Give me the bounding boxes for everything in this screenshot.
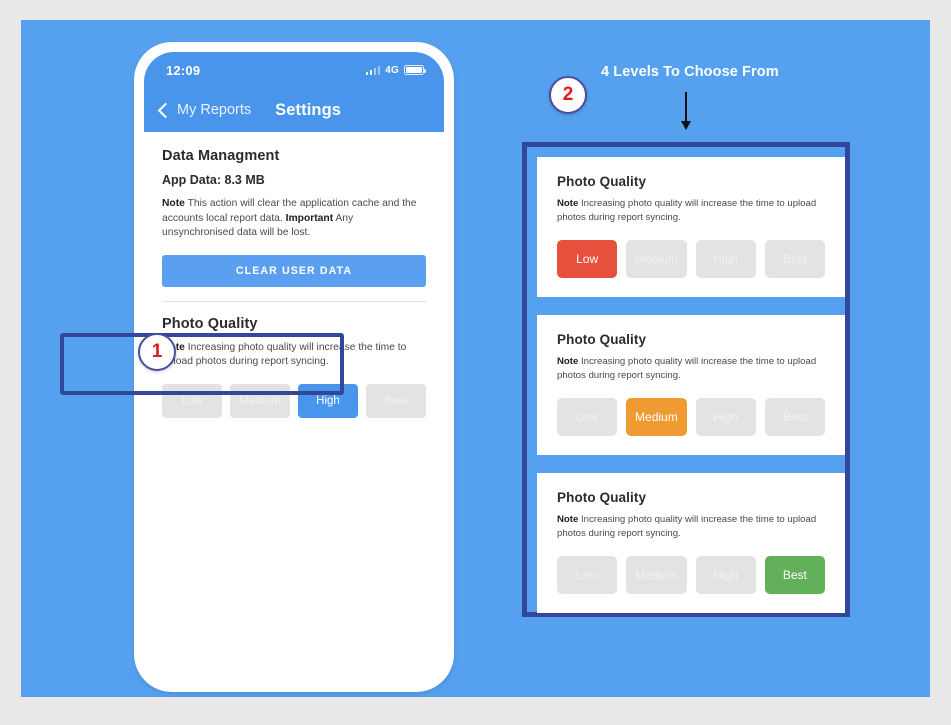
arrow-down-icon xyxy=(681,92,691,130)
settings-content: Data Managment App Data: 8.3 MB Note Thi… xyxy=(144,132,444,682)
photo-quality-heading: Photo Quality xyxy=(162,315,258,332)
quality-card-low: Photo Quality Note Increasing photo qual… xyxy=(537,157,845,297)
back-button[interactable]: My Reports xyxy=(157,102,252,118)
blue-stage: 12:09 4G My Reports Settings Data Managm… xyxy=(21,20,930,697)
note-label: Note xyxy=(557,198,579,209)
photo-quality-heading: Photo Quality xyxy=(557,490,647,505)
chevron-left-icon xyxy=(157,102,174,118)
photo-quality-note: Note Increasing photo quality will incre… xyxy=(557,355,825,382)
photo-quality-heading: Photo Quality xyxy=(557,332,647,347)
quality-option-best[interactable]: Best xyxy=(366,384,426,419)
photo-quality-button-group: Low Medium High Best xyxy=(557,240,825,279)
photo-quality-note: Note Increasing photo quality will incre… xyxy=(162,341,426,370)
annotation-marker-1: 1 xyxy=(138,333,176,371)
quality-card-best: Photo Quality Note Increasing photo qual… xyxy=(537,473,845,613)
quality-option-high[interactable]: High xyxy=(695,240,756,279)
data-management-heading: Data Managment xyxy=(162,148,280,164)
quality-option-medium[interactable]: Medium xyxy=(626,556,687,595)
quality-option-high[interactable]: High xyxy=(695,398,756,437)
quality-option-high[interactable]: High xyxy=(298,384,358,419)
note-text: Increasing photo quality will increase t… xyxy=(557,514,817,539)
quality-option-medium[interactable]: Medium xyxy=(230,384,290,419)
status-time: 12:09 xyxy=(166,62,201,78)
callout-text: 4 Levels To Choose From xyxy=(601,64,779,80)
note-text: Increasing photo quality will increase t… xyxy=(557,198,817,223)
photo-quality-heading: Photo Quality xyxy=(557,174,647,189)
app-data-value: App Data: 8.3 MB xyxy=(162,173,265,187)
quality-option-low[interactable]: Low xyxy=(557,240,618,279)
note-label: Note xyxy=(162,198,185,209)
quality-option-high[interactable]: High xyxy=(695,556,756,595)
quality-option-medium[interactable]: Medium xyxy=(626,398,687,437)
photo-quality-note: Note Increasing photo quality will incre… xyxy=(557,513,825,540)
note-text: Increasing photo quality will increase t… xyxy=(162,341,407,368)
note-emphasis: Important xyxy=(285,212,334,224)
quality-option-low[interactable]: Low xyxy=(557,556,618,595)
quality-variants-panel: Photo Quality Note Increasing photo qual… xyxy=(522,142,850,617)
quality-option-best[interactable]: Best xyxy=(764,556,825,595)
status-bar: 12:09 4G xyxy=(144,52,444,88)
photo-quality-button-group: Low Medium High Best xyxy=(557,398,825,437)
battery-icon xyxy=(404,65,427,75)
status-indicators: 4G xyxy=(365,64,427,76)
clear-user-data-button[interactable]: CLEAR USER DATA xyxy=(162,254,426,287)
data-management-note: Note This action will clear the applicat… xyxy=(162,197,426,241)
quality-option-medium[interactable]: Medium xyxy=(626,240,687,279)
back-label: My Reports xyxy=(177,102,252,118)
network-label: 4G xyxy=(385,64,399,76)
quality-card-medium: Photo Quality Note Increasing photo qual… xyxy=(537,315,845,455)
photo-quality-button-group: Low Medium High Best xyxy=(162,384,426,419)
nav-bar: My Reports Settings xyxy=(144,88,444,132)
quality-option-low[interactable]: Low xyxy=(162,384,222,419)
phone-mockup: 12:09 4G My Reports Settings Data Managm… xyxy=(134,42,454,692)
quality-option-best[interactable]: Best xyxy=(764,240,825,279)
section-divider xyxy=(162,300,426,302)
note-label: Note xyxy=(557,356,579,367)
photo-quality-note: Note Increasing photo quality will incre… xyxy=(557,197,825,224)
quality-option-best[interactable]: Best xyxy=(764,398,825,437)
note-label: Note xyxy=(557,514,579,525)
signal-bars-icon xyxy=(365,65,381,75)
quality-option-low[interactable]: Low xyxy=(557,398,618,437)
note-text: Increasing photo quality will increase t… xyxy=(557,356,817,381)
annotation-marker-2: 2 xyxy=(549,76,587,114)
phone-screen: 12:09 4G My Reports Settings Data Managm… xyxy=(144,52,444,682)
photo-quality-button-group: Low Medium High Best xyxy=(557,556,825,595)
page-title: Settings xyxy=(275,100,342,119)
